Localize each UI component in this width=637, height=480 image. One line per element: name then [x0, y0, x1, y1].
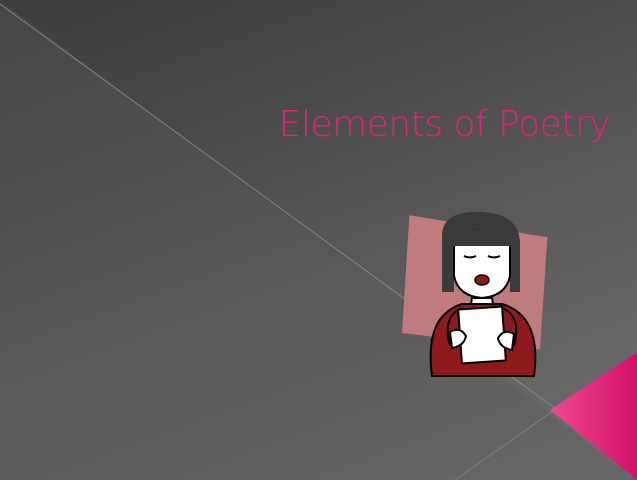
- girl-reading-icon: [402, 211, 548, 377]
- slide-title: Elements of Poetry: [278, 104, 611, 145]
- slide: Elements of Poetry: [0, 0, 637, 480]
